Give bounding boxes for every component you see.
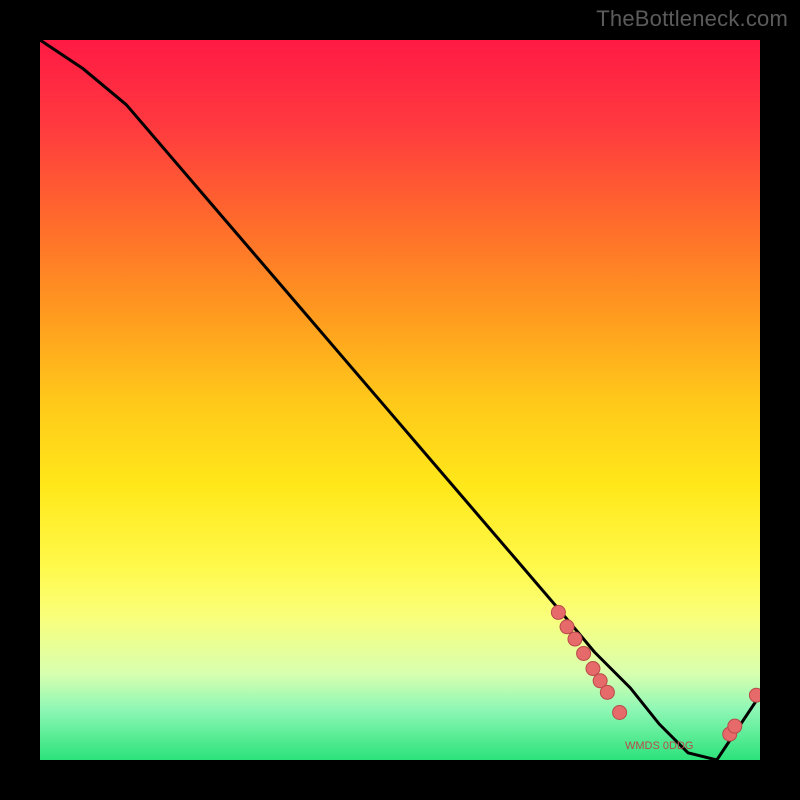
data-marker (728, 719, 742, 733)
series-line (40, 40, 760, 760)
data-marker (568, 632, 582, 646)
data-marker (600, 685, 614, 699)
data-marker (749, 688, 760, 702)
data-marker (613, 705, 627, 719)
attribution-label: TheBottleneck.com (596, 6, 788, 32)
data-marker (586, 662, 600, 676)
data-marker (560, 620, 574, 634)
plot-area: WMDS 0DDG (40, 40, 760, 760)
chart-stage: TheBottleneck.com WMDS 0DDG (0, 0, 800, 800)
chart-svg: WMDS 0DDG (40, 40, 760, 760)
data-marker (577, 646, 591, 660)
valley-label: WMDS 0DDG (625, 740, 693, 752)
data-marker (551, 605, 565, 619)
